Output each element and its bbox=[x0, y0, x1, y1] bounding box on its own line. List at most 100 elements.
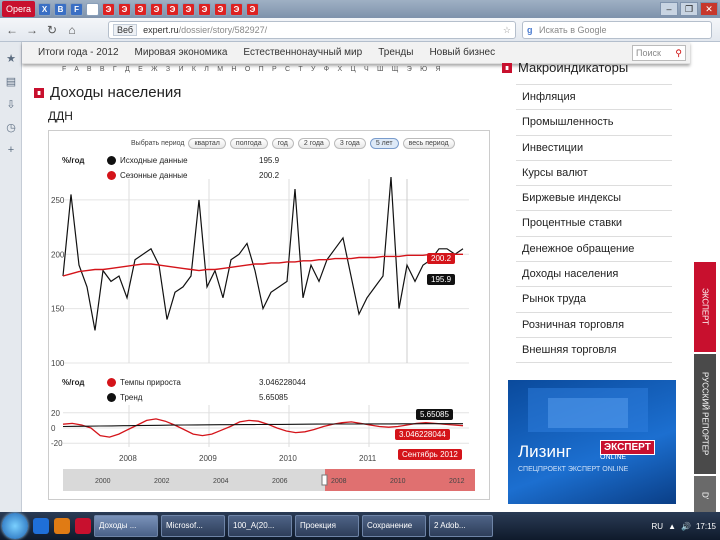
tray-item[interactable]: RU bbox=[652, 522, 664, 531]
ie-quicklaunch-icon[interactable] bbox=[33, 518, 49, 534]
indicator-list: Инфляция Промышленность Инвестиции Курсы ва… bbox=[516, 84, 672, 364]
taskbar-button[interactable]: 2 Adob... bbox=[429, 515, 493, 537]
y-tick-label: -20 bbox=[51, 439, 63, 448]
indicator-link[interactable]: Курсы валют bbox=[516, 161, 672, 187]
minimize-button[interactable]: – bbox=[660, 2, 678, 16]
indicator-link[interactable]: Розничная торговля bbox=[516, 313, 672, 338]
tag-seasonal-value: 200.2 bbox=[427, 253, 456, 264]
browser-tab[interactable]: Э bbox=[214, 2, 228, 16]
indicator-link[interactable]: Биржевые индексы bbox=[516, 186, 672, 212]
home-icon[interactable]: ⌂ bbox=[64, 23, 80, 37]
indicator-link[interactable]: Промышленность bbox=[516, 110, 672, 136]
chart-panel: Выбрать период квартал полгода год 2 года 3 … bbox=[48, 130, 490, 500]
browser-tab[interactable]: X bbox=[38, 2, 52, 16]
bookmark-star-icon[interactable]: ☆ bbox=[503, 25, 511, 36]
notes-icon[interactable]: ▤ bbox=[0, 75, 22, 88]
forward-icon[interactable]: → bbox=[24, 23, 40, 37]
ad-logo-sub: ONLINE bbox=[600, 454, 627, 461]
opera-quicklaunch-icon[interactable] bbox=[75, 518, 91, 534]
navigator-year-label: 2012 bbox=[449, 478, 465, 485]
address-toolbar: ← → ↻ ⌂ Веб expert.ru /dossier/story/582… bbox=[0, 18, 720, 42]
page-subtitle: ДДН bbox=[48, 109, 73, 123]
y-tick-label: 200 bbox=[51, 250, 65, 259]
y-tick-label: 0 bbox=[51, 424, 56, 433]
nav-item-trends[interactable]: Тренды bbox=[378, 47, 413, 58]
url-domain: expert.ru bbox=[143, 25, 179, 35]
tag-trend-value: 5.65085 bbox=[416, 409, 453, 420]
ad-banner[interactable]: Лизинг ЭКСПЕРТ ONLINE СПЕЦПРОЕКТ ЭКСПЕРТ… bbox=[508, 380, 676, 504]
page-title: ∎ Доходы населения bbox=[34, 84, 181, 101]
indicator-link[interactable]: Денежное обращение bbox=[516, 237, 672, 263]
browser-tab[interactable]: Э bbox=[102, 2, 116, 16]
indicator-link[interactable]: Внешняя торговля bbox=[516, 338, 672, 364]
navigator-handle bbox=[321, 474, 328, 486]
browser-tab[interactable]: Э bbox=[118, 2, 132, 16]
browser-tab[interactable]: Э bbox=[134, 2, 148, 16]
bookmarks-icon[interactable]: ★ bbox=[0, 52, 22, 65]
indicator-link[interactable]: Инвестиции bbox=[516, 136, 672, 161]
right-column: ∎ Макроиндикаторы Инфляция Промышленность… bbox=[502, 54, 688, 512]
browser-tab[interactable]: Э bbox=[150, 2, 164, 16]
alphabet-index[interactable]: F A B В Г Д Е Ж З И К Л М Н О П Р С Т У … bbox=[62, 66, 444, 73]
taskbar-button[interactable]: Microsof... bbox=[161, 515, 225, 537]
back-icon[interactable]: ← bbox=[4, 23, 20, 37]
close-button[interactable]: ✕ bbox=[700, 2, 718, 16]
browser-tab[interactable]: F bbox=[70, 2, 84, 16]
browser-tab[interactable]: Я bbox=[86, 2, 100, 16]
browser-tab[interactable]: Э bbox=[198, 2, 212, 16]
title-marker-icon: ∎ bbox=[34, 87, 44, 98]
tray-item[interactable]: ▲ bbox=[668, 522, 676, 531]
nav-item-science[interactable]: Естественнонаучный мир bbox=[243, 47, 362, 58]
x-tick-label: 2011 bbox=[359, 454, 377, 463]
navigator-year-label: 2004 bbox=[213, 478, 229, 485]
window-controls: – ❐ ✕ bbox=[660, 2, 720, 16]
browser-tab[interactable]: B bbox=[54, 2, 68, 16]
chart-plot[interactable]: 100150200250200-202008 2009 2010 20112000 20… bbox=[49, 131, 489, 499]
tag-raw-value: 195.9 bbox=[427, 274, 456, 285]
indicator-link[interactable]: Доходы населения bbox=[516, 262, 672, 288]
maximize-button[interactable]: ❐ bbox=[680, 2, 698, 16]
ad-graphic bbox=[528, 388, 648, 432]
navigator-year-label: 2008 bbox=[331, 478, 347, 485]
opera-menu-button[interactable]: Opera bbox=[2, 1, 36, 17]
web-badge: Веб bbox=[113, 24, 138, 36]
x-tick-label: 2009 bbox=[199, 454, 217, 463]
google-icon: g bbox=[527, 25, 533, 35]
ad-logo: ЭКСПЕРТ bbox=[600, 440, 655, 455]
y-tick-label: 100 bbox=[51, 359, 65, 368]
vertical-tab[interactable]: D' bbox=[694, 476, 716, 516]
start-button[interactable] bbox=[2, 513, 28, 539]
address-field[interactable]: Веб expert.ru /dossier/story/582927/ ☆ bbox=[108, 21, 516, 39]
nav-item-new-business[interactable]: Новый бизнес bbox=[429, 47, 495, 58]
browser-tab[interactable]: Э bbox=[182, 2, 196, 16]
vertical-side-tabs: ЭКСПЕРТ РУССКИЙ РЕПОРТЕР D' bbox=[694, 262, 716, 516]
browser-tab[interactable]: Э bbox=[230, 2, 244, 16]
history-icon[interactable]: ◷ bbox=[0, 121, 22, 134]
google-search-input[interactable]: g Искать в Google bbox=[522, 21, 712, 39]
downloads-icon[interactable]: ⇩ bbox=[0, 98, 22, 111]
system-tray: RU ▲ 🔊 17:15 bbox=[647, 522, 720, 531]
nav-item-world-economy[interactable]: Мировая экономика bbox=[135, 47, 228, 58]
tray-item[interactable]: 🔊 bbox=[681, 522, 691, 531]
taskbar-button[interactable]: Сохранение bbox=[362, 515, 426, 537]
indicator-link[interactable]: Рынок труда bbox=[516, 287, 672, 313]
y-tick-label: 250 bbox=[51, 196, 65, 205]
indicator-link[interactable]: Процентные ставки bbox=[516, 211, 672, 237]
add-panel-icon[interactable]: + bbox=[0, 144, 22, 156]
taskbar-button[interactable]: 100_А(20... bbox=[228, 515, 292, 537]
navigator-year-label: 2006 bbox=[272, 478, 288, 485]
taskbar-button[interactable]: Проекция bbox=[295, 515, 359, 537]
tray-item[interactable]: 17:15 bbox=[696, 522, 716, 531]
google-search-placeholder: Искать в Google bbox=[539, 25, 607, 35]
sidebar-title: ∎ Макроиндикаторы bbox=[502, 60, 628, 75]
indicator-link[interactable]: Инфляция bbox=[516, 85, 672, 111]
page-title-text: Доходы населения bbox=[50, 84, 182, 101]
browser-tab[interactable]: Э bbox=[246, 2, 260, 16]
vertical-tab[interactable]: РУССКИЙ РЕПОРТЕР bbox=[694, 354, 716, 474]
explorer-quicklaunch-icon[interactable] bbox=[54, 518, 70, 534]
nav-item-itogi[interactable]: Итоги года - 2012 bbox=[38, 47, 119, 58]
browser-tab[interactable]: Э bbox=[166, 2, 180, 16]
reload-icon[interactable]: ↻ bbox=[44, 23, 60, 37]
vertical-tab[interactable]: ЭКСПЕРТ bbox=[694, 262, 716, 352]
taskbar-button[interactable]: Доходы ... bbox=[94, 515, 158, 537]
